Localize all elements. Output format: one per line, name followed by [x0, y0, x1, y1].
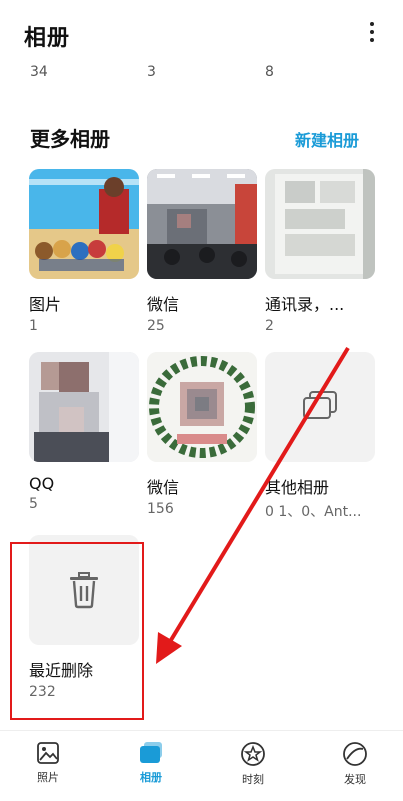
tab-moments[interactable]: 时刻	[223, 741, 283, 787]
star-icon	[241, 742, 265, 766]
tab-photos[interactable]: 照片	[18, 741, 78, 785]
annotation-arrow	[156, 346, 350, 664]
bottom-tab-bar: 照片 相册 时刻 发现	[0, 730, 403, 801]
tab-label: 时刻	[242, 773, 264, 786]
photo-icon	[37, 742, 59, 764]
tab-label: 照片	[37, 771, 59, 784]
tab-discover[interactable]: 发现	[325, 741, 385, 787]
discover-icon	[343, 742, 367, 766]
tab-albums[interactable]: 相册	[121, 741, 181, 785]
tab-label: 相册	[140, 771, 162, 784]
tab-label: 发现	[344, 773, 366, 786]
album-icon	[140, 742, 162, 763]
